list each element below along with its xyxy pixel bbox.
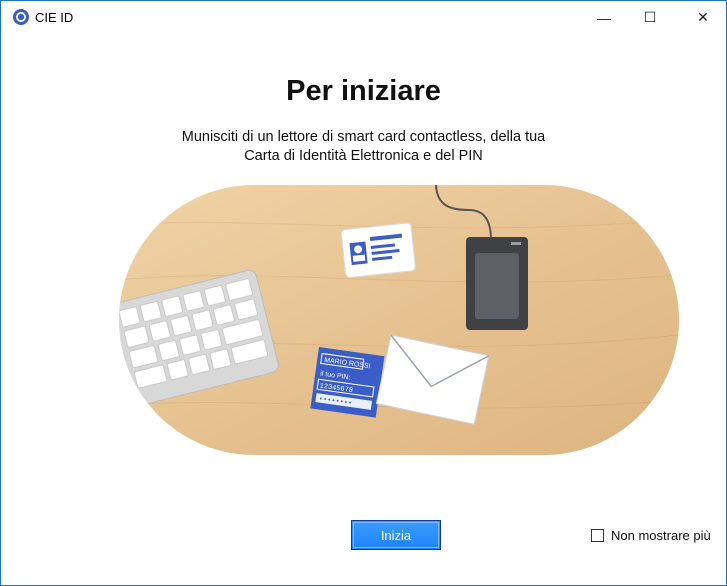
title-bar[interactable]: CIE ID — ☐ ✕	[1, 1, 726, 34]
id-card-icon	[340, 222, 416, 278]
dont-show-again-checkbox[interactable]	[591, 529, 604, 542]
dont-show-again-option[interactable]: Non mostrare più	[591, 528, 711, 543]
window-title: CIE ID	[35, 10, 74, 25]
start-button[interactable]: Inizia	[351, 520, 441, 550]
card-reader-icon	[466, 237, 528, 330]
maximize-button[interactable]: ☐	[627, 1, 673, 34]
close-icon: ✕	[697, 9, 709, 25]
instructions-line-2: Carta di Identità Elettronica e del PIN	[244, 148, 483, 164]
app-window: CIE ID — ☐ ✕ Per iniziare Munisciti di u…	[0, 0, 727, 586]
maximize-icon: ☐	[643, 9, 657, 25]
instructions-line-1: Munisciti di un lettore di smart card co…	[181, 129, 546, 145]
cie-app-icon	[13, 9, 29, 25]
close-button[interactable]: ✕	[680, 1, 726, 34]
minimize-button[interactable]: —	[581, 1, 627, 34]
dont-show-again-label[interactable]: Non mostrare più	[611, 528, 711, 543]
minimize-icon: —	[597, 9, 611, 26]
instructions-text: Munisciti di un lettore di smart card co…	[1, 128, 726, 166]
setup-illustration: MARIO ROSSI il tuo PIN: 12345678 •••••••…	[119, 185, 679, 455]
pin-letter-icon: MARIO ROSSI il tuo PIN: 12345678 •••••••…	[310, 347, 385, 418]
page-title: Per iniziare	[286, 75, 441, 107]
